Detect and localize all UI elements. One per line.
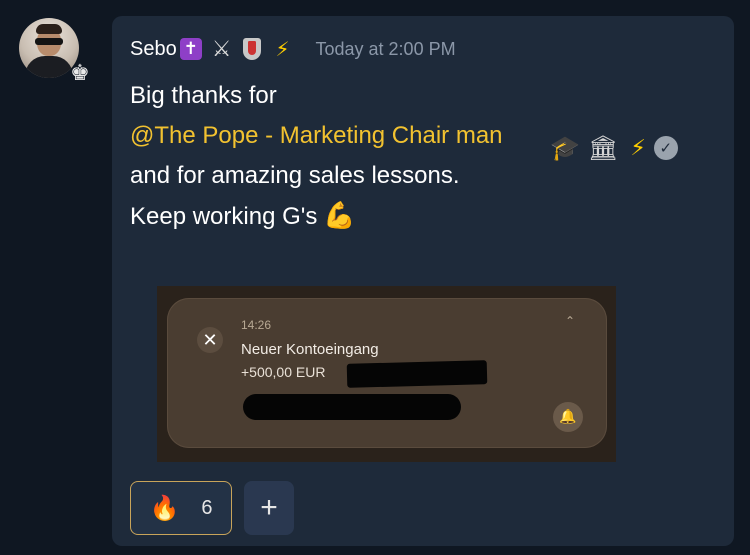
message-line-3: Keep working G's 💪 [130,196,610,237]
bank-icon: 🏛 [587,134,619,162]
redaction-bar [346,360,488,388]
reaction-fire[interactable]: 🔥 6 [130,481,232,535]
bank-notification: ✕ 14:26 Neuer Kontoeingang +500,00 EUR ⌃… [167,298,607,448]
fire-icon: 🔥 [149,494,180,522]
message-header: Sebo ✝ ⚔ ⚡ Today at 2:00 PM [130,36,456,62]
message-card: Sebo ✝ ⚔ ⚡ Today at 2:00 PM Big thanks f… [112,16,734,546]
mention-badges: 🎓 🏛 ⚡ ✓ [550,134,678,162]
avatar-glasses [35,38,63,45]
image-attachment[interactable]: ✕ 14:26 Neuer Kontoeingang +500,00 EUR ⌃… [157,286,616,462]
lightning-icon: ⚡ [275,37,290,61]
message-timestamp: Today at 2:00 PM [315,38,456,59]
notification-amount: +500,00 EUR [241,364,326,380]
message-line-2: and for amazing sales lessons. [130,162,460,189]
shield-icon [243,38,262,60]
lightning-icon: ⚡ [630,135,646,161]
bell-icon: 🔔 [553,402,583,432]
chess-king-icon: ♚ [70,61,90,86]
avatar-body [25,56,73,78]
reaction-count: 6 [201,496,213,519]
graduation-cap-icon: 🎓 [550,134,580,162]
flexed-biceps-icon: 💪 [323,201,356,231]
message-content: Big thanks for @The Pope - Marketing Cha… [130,76,610,237]
notification-title: Neuer Kontoeingang [241,341,379,358]
message-line-1: Big thanks for [130,82,277,109]
message-line-3-text: Keep working G's [130,203,318,230]
chevron-up-icon: ⌃ [565,314,576,328]
swords-icon: ⚔ [211,36,232,62]
verified-icon: ✓ [653,136,678,160]
avatar-hair [36,24,62,34]
cross-icon: ✝ [179,38,202,60]
close-icon: ✕ [197,327,223,353]
author-name[interactable]: Sebo [130,38,177,61]
notification-time: 14:26 [241,318,272,332]
add-reaction-button[interactable]: + [244,481,294,535]
user-mention[interactable]: @The Pope - Marketing Chair man [130,116,610,156]
redaction-bar [243,394,461,420]
